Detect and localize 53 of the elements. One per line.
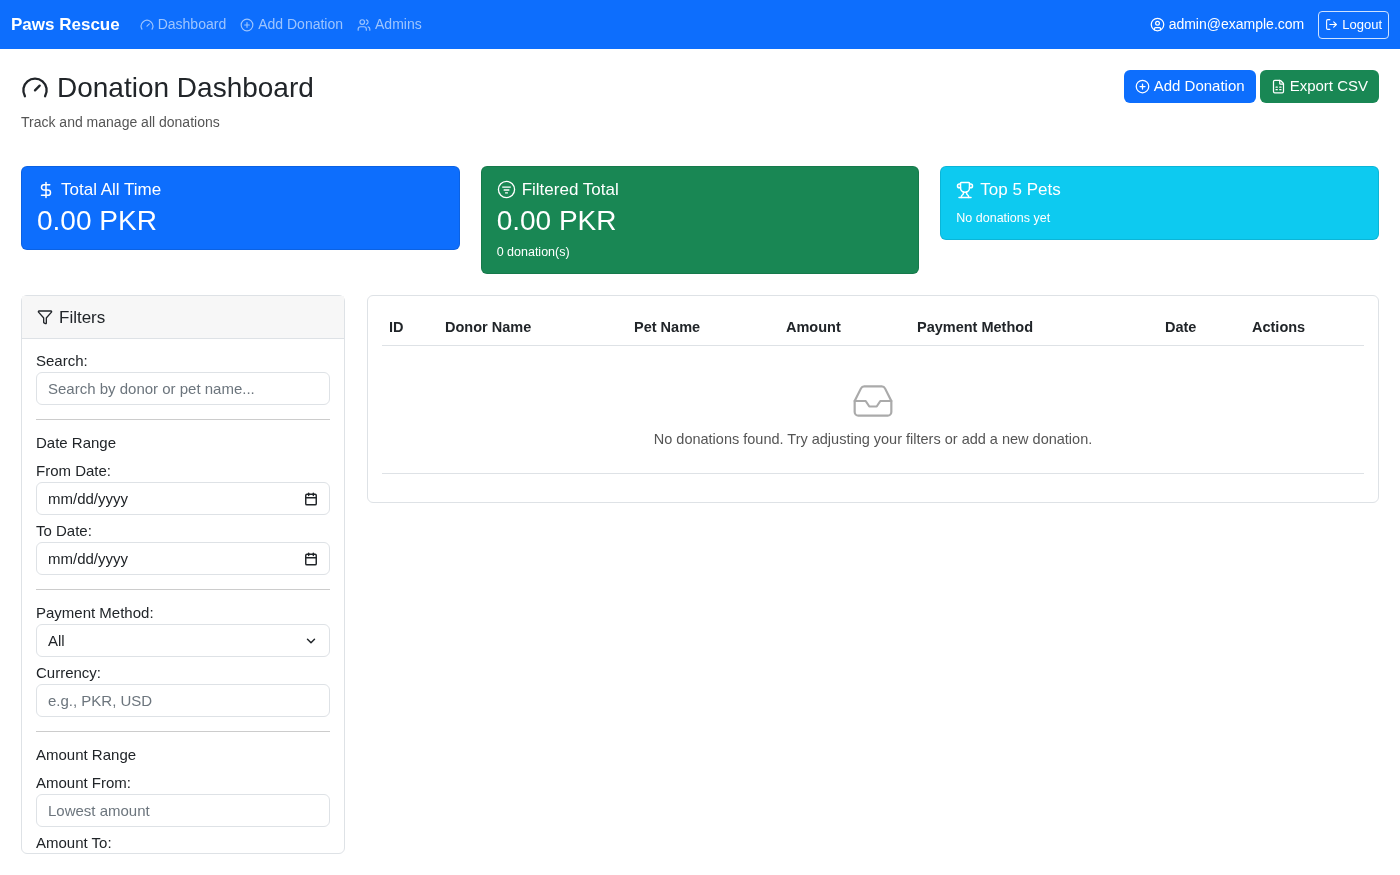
field-label: From Date: — [36, 461, 112, 482]
field-label: To Date: — [36, 521, 93, 542]
date-field[interactable]: mm/dd/yyyy — [36, 482, 330, 516]
field-label: Amount To: — [36, 833, 113, 854]
spreadsheet-icon — [1270, 79, 1286, 94]
input-field[interactable]: Lowest amount — [36, 794, 330, 828]
export-csv-button[interactable]: Export CSV — [1259, 70, 1379, 103]
field-label: Payment Method: — [36, 603, 155, 624]
nav-link[interactable]: Dashboard — [139, 14, 227, 35]
column-header: Payment Method — [917, 318, 1033, 335]
column-header: Pet Name — [634, 318, 701, 335]
column-header: Amount — [786, 318, 841, 335]
filters-header: Filters — [22, 296, 344, 340]
brand[interactable]: Paws Rescue — [11, 11, 120, 38]
page-title: Donation Dashboard — [21, 70, 314, 106]
column-header: ID — [389, 318, 404, 335]
add-donation-button[interactable]: Add Donation — [1123, 70, 1256, 103]
card-title: Total All Time — [37, 177, 444, 203]
filter-icon — [496, 180, 516, 200]
card-title: Filtered Total — [496, 177, 904, 203]
trophy-icon — [956, 180, 975, 199]
gauge-icon — [139, 17, 154, 32]
card-note: 0 donation(s) — [496, 243, 571, 261]
logout-icon — [1325, 18, 1339, 31]
column-header: Actions — [1252, 318, 1306, 335]
page-subtitle: Track and manage all donations — [21, 113, 221, 132]
section-heading: Date Range — [36, 433, 118, 454]
field-label: Search: — [36, 351, 89, 372]
payment-method-select[interactable]: All — [36, 624, 330, 658]
user-icon — [1149, 17, 1165, 32]
plus-circle-icon — [1134, 79, 1150, 94]
field-label: Amount From: — [36, 773, 133, 794]
calendar-icon — [304, 491, 318, 506]
date-field[interactable]: mm/dd/yyyy — [36, 542, 330, 576]
card-note: No donations yet — [956, 209, 1052, 227]
card-title: Top 5 Pets — [956, 177, 1363, 203]
column-header: Date — [1165, 318, 1197, 335]
card-value: 0.00 PKR — [496, 204, 618, 237]
nav-link[interactable]: Admins — [357, 14, 422, 35]
calendar-icon — [304, 551, 318, 566]
input-field[interactable]: Search by donor or pet name... — [36, 372, 330, 406]
logout-button[interactable]: Logout — [1318, 10, 1389, 39]
nav-link[interactable]: Add Donation — [240, 14, 344, 35]
field-label: Currency: — [36, 663, 103, 684]
section-heading: Amount Range — [36, 745, 138, 766]
input-field[interactable]: e.g., PKR, USD — [36, 684, 330, 718]
plus-circle-icon — [240, 17, 255, 32]
column-header: Donor Name — [445, 318, 532, 335]
user-email: admin@example.com — [1149, 14, 1305, 35]
card-value: 0.00 PKR — [37, 204, 158, 237]
empty-message: No donations found. Try adjusting your filters or add a new donation. — [653, 430, 1093, 450]
funnel-icon — [37, 309, 53, 326]
people-icon — [357, 17, 372, 32]
